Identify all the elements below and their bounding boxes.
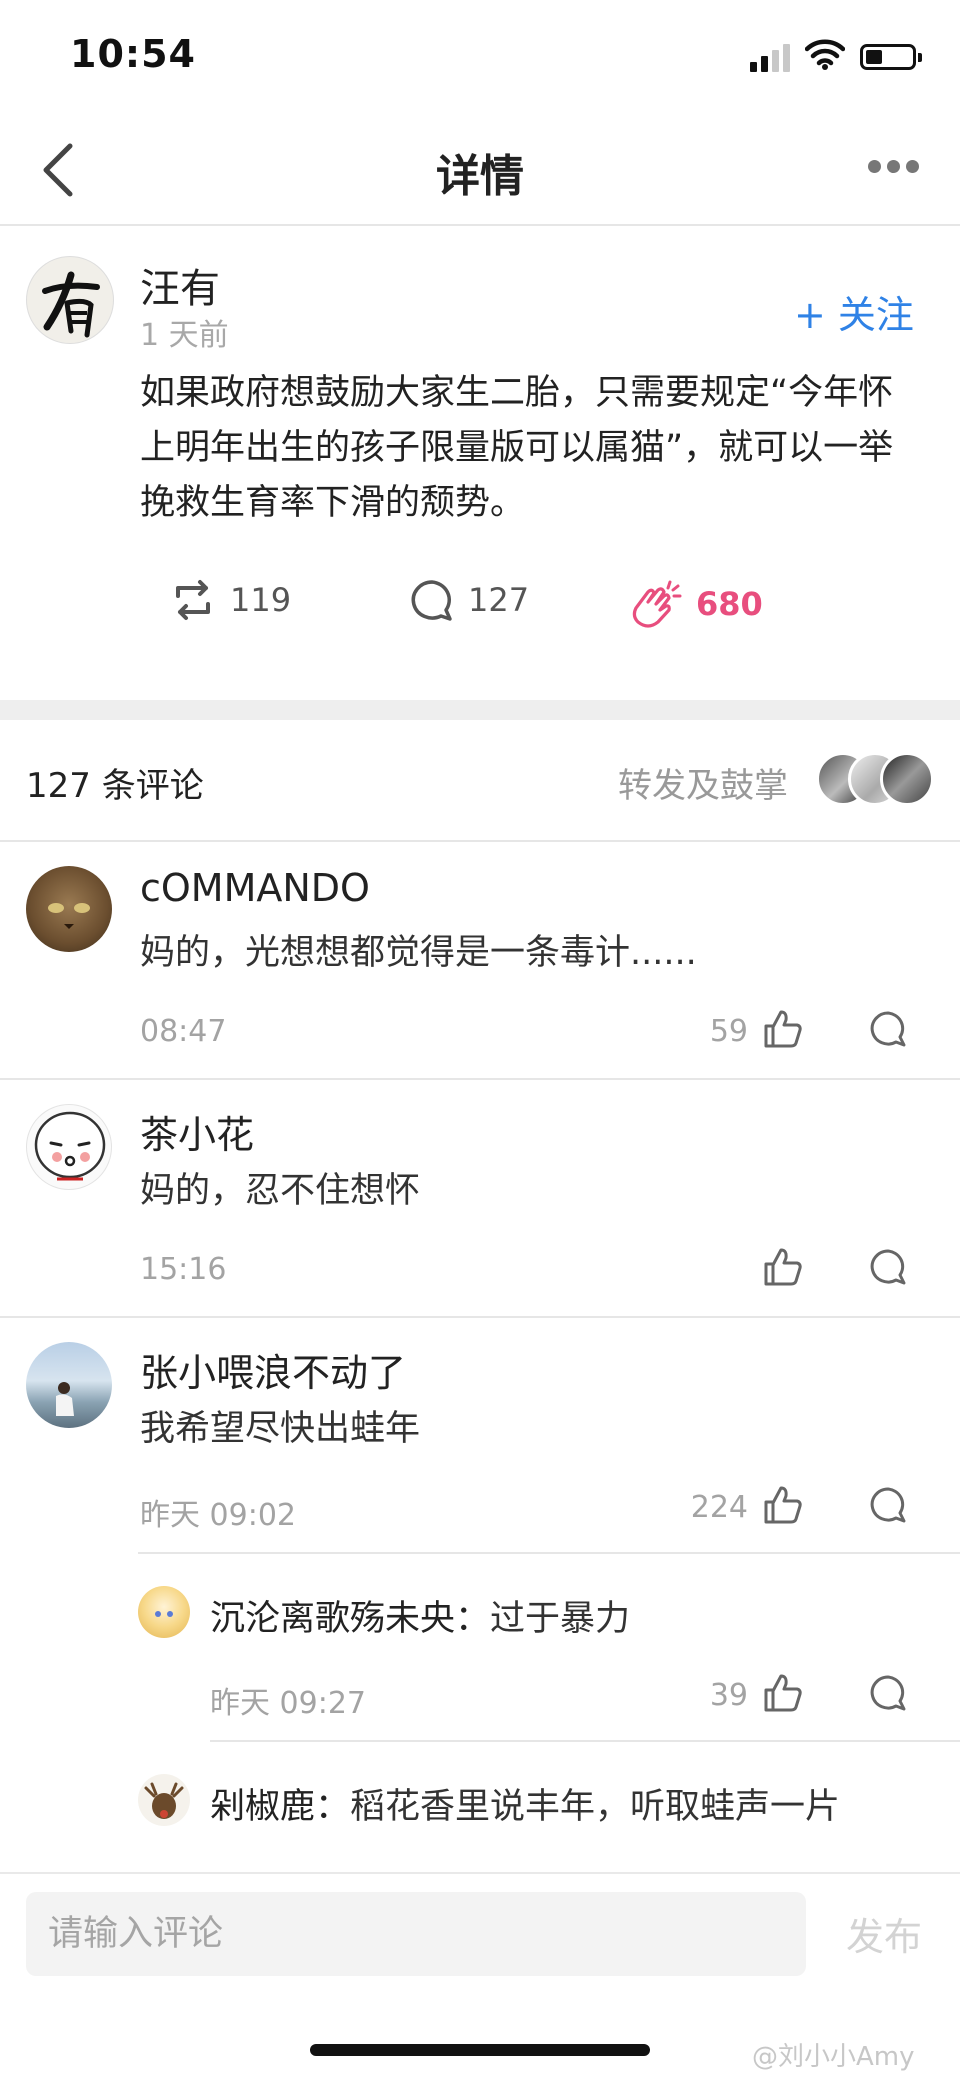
commenter-name[interactable]: 茶小花 xyxy=(140,1104,254,1159)
repost-count: 119 xyxy=(230,581,292,619)
send-button[interactable]: 发布 xyxy=(846,1906,922,1961)
comment-icon xyxy=(411,580,452,621)
thumbs-up-icon[interactable] xyxy=(762,1008,804,1050)
divider xyxy=(210,1740,960,1742)
reply-text: 过于暴力 xyxy=(490,1599,631,1639)
reply-content: 沉沦离歌殇未央：过于暴力 xyxy=(210,1590,630,1641)
replier-name[interactable]: 沉沦离歌殇未央： xyxy=(210,1599,490,1639)
battery-icon xyxy=(860,44,922,70)
page-title: 详情 xyxy=(436,151,524,202)
reply-content: 剁椒鹿：稻花香里说丰年，听取蛙声一片 xyxy=(210,1778,840,1829)
reply-icon[interactable] xyxy=(868,1010,908,1050)
commenter-avatar[interactable] xyxy=(26,866,112,952)
repost-button[interactable]: 119 xyxy=(168,578,291,622)
divider xyxy=(0,1078,960,1080)
more-options-button[interactable] xyxy=(868,158,928,178)
like-count: 59 xyxy=(709,1014,748,1049)
comment-input[interactable] xyxy=(26,1892,806,1976)
comments-count-label: 127 条评论 xyxy=(26,766,204,806)
section-separator xyxy=(0,700,960,720)
comment-text: 我希望尽快出蛙年 xyxy=(140,1409,421,1449)
home-indicator[interactable] xyxy=(310,2044,650,2056)
replier-avatar[interactable] xyxy=(138,1586,190,1638)
watermark-text: @刘小小Amy xyxy=(752,2042,915,2072)
repost-user-avatar[interactable] xyxy=(880,752,934,806)
reposts-claps-link[interactable]: 转发及鼓掌 xyxy=(618,758,788,807)
reply-text: 稻花香里说丰年，听取蛙声一片 xyxy=(350,1787,841,1827)
reply-icon[interactable] xyxy=(868,1486,908,1526)
author-avatar[interactable] xyxy=(26,256,114,344)
post-content: 如果政府想鼓励大家生二胎，只需要规定“今年怀上明年出生的孩子限量版可以属猫”，就… xyxy=(140,373,894,523)
reply-icon[interactable] xyxy=(868,1674,908,1714)
post-time: 1 天前 xyxy=(140,318,229,353)
thumbs-up-icon[interactable] xyxy=(762,1246,804,1288)
thumbs-up-icon[interactable] xyxy=(762,1672,804,1714)
like-count: 39 xyxy=(709,1678,748,1713)
commenter-avatar[interactable] xyxy=(26,1104,112,1190)
commenter-name[interactable]: 张小喂浪不动了 xyxy=(140,1342,406,1397)
comment-text: 妈的，光想想都觉得是一条毒计...... xyxy=(140,933,697,973)
comment-time: 15:16 xyxy=(140,1252,227,1287)
clap-count: 680 xyxy=(696,585,763,623)
divider xyxy=(0,224,960,226)
replier-avatar[interactable] xyxy=(138,1774,190,1826)
comment-time: 08:47 xyxy=(140,1014,227,1049)
comment-count: 127 xyxy=(468,581,530,619)
reply-time: 昨天 09:27 xyxy=(210,1686,366,1721)
signal-icon xyxy=(750,44,794,72)
comment-time: 昨天 09:02 xyxy=(140,1498,296,1533)
repost-icon xyxy=(176,580,210,620)
replier-name[interactable]: 剁椒鹿： xyxy=(210,1787,350,1827)
divider xyxy=(138,1552,960,1554)
clap-icon xyxy=(632,580,682,628)
follow-button[interactable]: + 关注 xyxy=(794,284,914,339)
status-time: 10:54 xyxy=(70,32,196,76)
reply-icon[interactable] xyxy=(868,1248,908,1288)
like-count: 224 xyxy=(690,1490,748,1525)
comment-text: 妈的，忍不住想怀 xyxy=(140,1171,421,1211)
clap-button[interactable]: 680 xyxy=(626,578,763,630)
divider xyxy=(0,840,960,842)
thumbs-up-icon[interactable] xyxy=(762,1484,804,1526)
divider xyxy=(0,1316,960,1318)
author-name[interactable]: 汪有 xyxy=(140,256,220,314)
commenter-avatar[interactable] xyxy=(26,1342,112,1428)
comment-button[interactable]: 127 xyxy=(408,578,529,622)
commenter-name[interactable]: cOMMANDO xyxy=(140,866,370,910)
wifi-icon xyxy=(804,38,846,74)
